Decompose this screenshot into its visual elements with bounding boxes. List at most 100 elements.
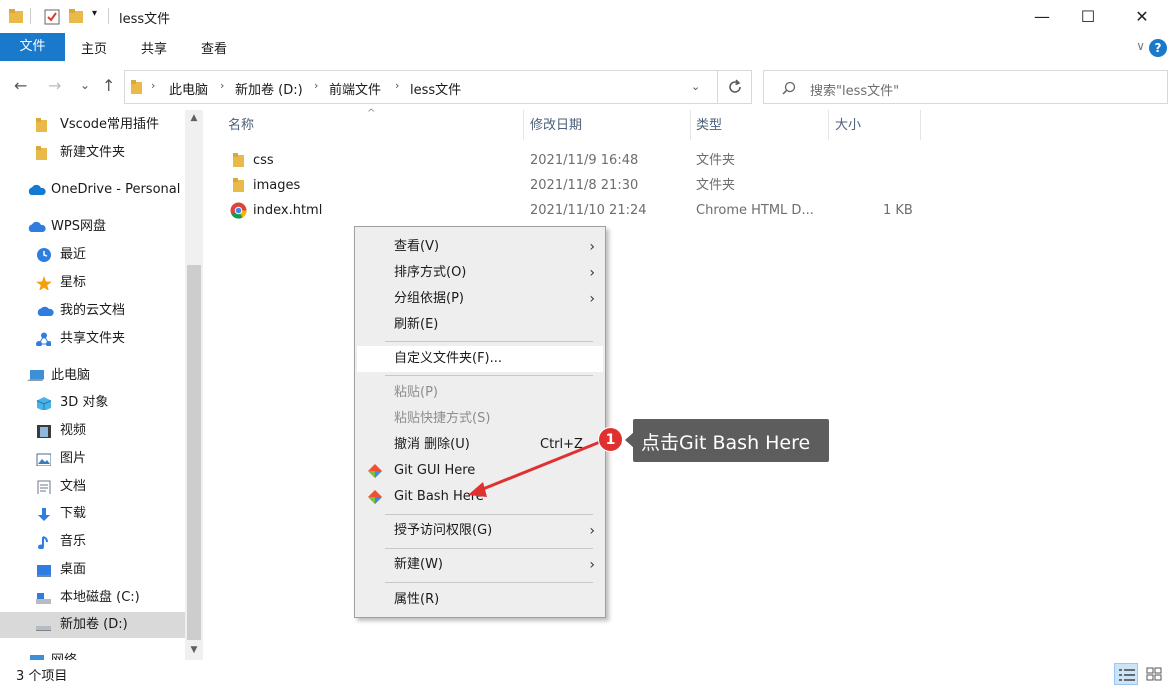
- search-input[interactable]: 搜索"less文件": [763, 70, 1168, 104]
- menu-item-paste-shortcut[interactable]: 粘贴快捷方式(S): [357, 406, 603, 432]
- file-size: 1 KB: [883, 203, 913, 218]
- refresh-icon: [728, 79, 741, 93]
- scroll-thumb[interactable]: [187, 265, 201, 640]
- breadcrumb-separator-icon[interactable]: ›: [314, 79, 318, 92]
- sidebar-item-3d-objects[interactable]: 3D 对象: [36, 390, 186, 416]
- chrome-icon: [230, 202, 247, 219]
- breadcrumb-this-pc[interactable]: 此电脑: [169, 79, 208, 98]
- sidebar-item-starred[interactable]: 星标: [36, 270, 186, 296]
- menu-item-customize-folder[interactable]: 自定义文件夹(F)...: [357, 346, 603, 372]
- sidebar-item-this-pc[interactable]: 此电脑: [27, 363, 187, 389]
- breadcrumb-less[interactable]: less文件: [410, 79, 461, 98]
- column-header-type[interactable]: 类型: [696, 110, 722, 142]
- table-row[interactable]: index.html 2021/11/10 21:24 Chrome HTML …: [229, 198, 929, 223]
- breadcrumb-separator-icon[interactable]: ›: [220, 79, 224, 92]
- sidebar-item-drive-c[interactable]: 本地磁盘 (C:): [36, 585, 186, 611]
- breadcrumb-frontend[interactable]: 前端文件: [329, 79, 381, 98]
- menu-item-git-bash[interactable]: Git Bash Here: [357, 484, 603, 510]
- column-header-size[interactable]: 大小: [835, 110, 861, 142]
- sidebar-item-label: 图片: [60, 451, 87, 466]
- sidebar-item-label: 我的云文档: [60, 303, 126, 318]
- window-title: less文件: [119, 12, 171, 27]
- sidebar-item-desktop[interactable]: 桌面: [36, 557, 186, 583]
- tab-share[interactable]: 共享: [127, 37, 181, 62]
- menu-item-properties[interactable]: 属性(R): [357, 587, 603, 613]
- sidebar-item-recent[interactable]: 最近: [36, 242, 186, 268]
- back-button[interactable]: ←: [14, 76, 27, 95]
- address-dropdown-icon[interactable]: ⌄: [691, 80, 700, 93]
- menu-item-give-access[interactable]: 授予访问权限(G) ›: [357, 518, 603, 544]
- tab-file[interactable]: 文件: [0, 33, 65, 61]
- menu-item-new[interactable]: 新建(W) ›: [357, 552, 603, 578]
- maximize-button[interactable]: ☐: [1065, 0, 1111, 33]
- menu-item-shortcut: Ctrl+Z: [540, 437, 583, 452]
- close-button[interactable]: ✕: [1119, 0, 1165, 33]
- menu-item-label: 排序方式(O): [394, 265, 467, 280]
- column-header-modified[interactable]: 修改日期: [530, 110, 582, 142]
- sidebar-item-pictures[interactable]: 图片: [36, 446, 186, 472]
- table-row[interactable]: css 2021/11/9 16:48 文件夹: [229, 148, 929, 173]
- breadcrumb-separator-icon[interactable]: ›: [395, 79, 399, 92]
- tab-home[interactable]: 主页: [67, 37, 121, 62]
- divider: [108, 8, 109, 24]
- column-divider[interactable]: [920, 110, 921, 140]
- sidebar-item-label: 此电脑: [51, 368, 91, 383]
- git-bash-icon: [368, 490, 382, 504]
- sidebar-item-wps-cloud[interactable]: WPS网盘: [27, 214, 187, 240]
- sidebar-item-music[interactable]: 音乐: [36, 529, 186, 555]
- menu-item-git-gui[interactable]: Git GUI Here: [357, 458, 603, 484]
- refresh-button[interactable]: [718, 70, 752, 104]
- menu-item-group-by[interactable]: 分组依据(P) ›: [357, 286, 603, 312]
- file-date: 2021/11/9 16:48: [530, 153, 639, 168]
- breadcrumb-separator-icon[interactable]: ›: [151, 79, 155, 92]
- navigation-bar: ← → ⌄ ↑ › 此电脑 › 新加卷 (D:) › 前端文件 › less文件…: [0, 62, 1171, 110]
- help-button[interactable]: ?: [1149, 39, 1167, 57]
- sidebar-item-network[interactable]: 网络: [27, 648, 187, 660]
- sidebar-item-vscode-plugins[interactable]: Vscode常用插件: [36, 112, 186, 138]
- clock-icon: [37, 248, 51, 262]
- cube-icon: [36, 397, 51, 410]
- sidebar-item-onedrive[interactable]: OneDrive - Personal: [27, 177, 187, 203]
- table-row[interactable]: images 2021/11/8 21:30 文件夹: [229, 173, 929, 198]
- breadcrumb-drive-d[interactable]: 新加卷 (D:): [235, 79, 303, 98]
- menu-item-sort-by[interactable]: 排序方式(O) ›: [357, 260, 603, 286]
- column-header-name[interactable]: 名称: [228, 110, 254, 142]
- properties-check-icon[interactable]: [44, 9, 60, 25]
- recent-locations-button[interactable]: ⌄: [80, 78, 90, 92]
- sidebar-scrollbar[interactable]: ▲ ▼: [185, 110, 203, 660]
- expand-ribbon-icon[interactable]: ∨: [1136, 39, 1145, 53]
- quick-access-dropdown-icon[interactable]: ▾: [92, 8, 97, 19]
- column-divider[interactable]: [690, 110, 691, 140]
- sidebar-item-downloads[interactable]: 下载: [36, 501, 186, 527]
- scroll-up-icon[interactable]: ▲: [185, 113, 203, 123]
- submenu-arrow-icon: ›: [589, 523, 595, 539]
- up-button[interactable]: ↑: [102, 76, 115, 95]
- column-divider[interactable]: [523, 110, 524, 140]
- sidebar-item-cloud-docs[interactable]: 我的云文档: [36, 298, 186, 324]
- sidebar-item-new-folder[interactable]: 新建文件夹: [36, 140, 186, 166]
- sidebar-item-videos[interactable]: 视频: [36, 418, 186, 444]
- menu-item-undo-delete[interactable]: 撤消 删除(U) Ctrl+Z: [357, 432, 603, 458]
- large-icons-view-button[interactable]: [1142, 663, 1166, 685]
- menu-item-label: Git GUI Here: [394, 463, 476, 478]
- menu-item-view[interactable]: 查看(V) ›: [357, 234, 603, 260]
- menu-item-refresh[interactable]: 刷新(E): [357, 312, 603, 338]
- sidebar-item-documents[interactable]: 文档: [36, 474, 186, 500]
- tab-view[interactable]: 查看: [187, 37, 241, 62]
- column-divider[interactable]: [828, 110, 829, 140]
- sidebar-item-label: 星标: [60, 275, 87, 290]
- share-icon: [36, 332, 51, 346]
- minimize-button[interactable]: —: [1019, 0, 1065, 33]
- new-folder-icon[interactable]: [69, 9, 83, 24]
- sidebar-item-shared-folder[interactable]: 共享文件夹: [36, 326, 186, 352]
- menu-separator: [385, 375, 593, 376]
- details-view-button[interactable]: [1114, 663, 1138, 685]
- menu-item-paste[interactable]: 粘贴(P): [357, 380, 603, 406]
- folder-icon: [9, 9, 23, 23]
- forward-button[interactable]: →: [48, 76, 61, 95]
- desktop-icon: [37, 565, 51, 577]
- sidebar-item-drive-d[interactable]: 新加卷 (D:): [0, 612, 185, 638]
- address-bar[interactable]: › 此电脑 › 新加卷 (D:) › 前端文件 › less文件 ⌄: [124, 70, 718, 104]
- sidebar-item-label: 音乐: [60, 534, 87, 549]
- scroll-down-icon[interactable]: ▼: [185, 645, 203, 655]
